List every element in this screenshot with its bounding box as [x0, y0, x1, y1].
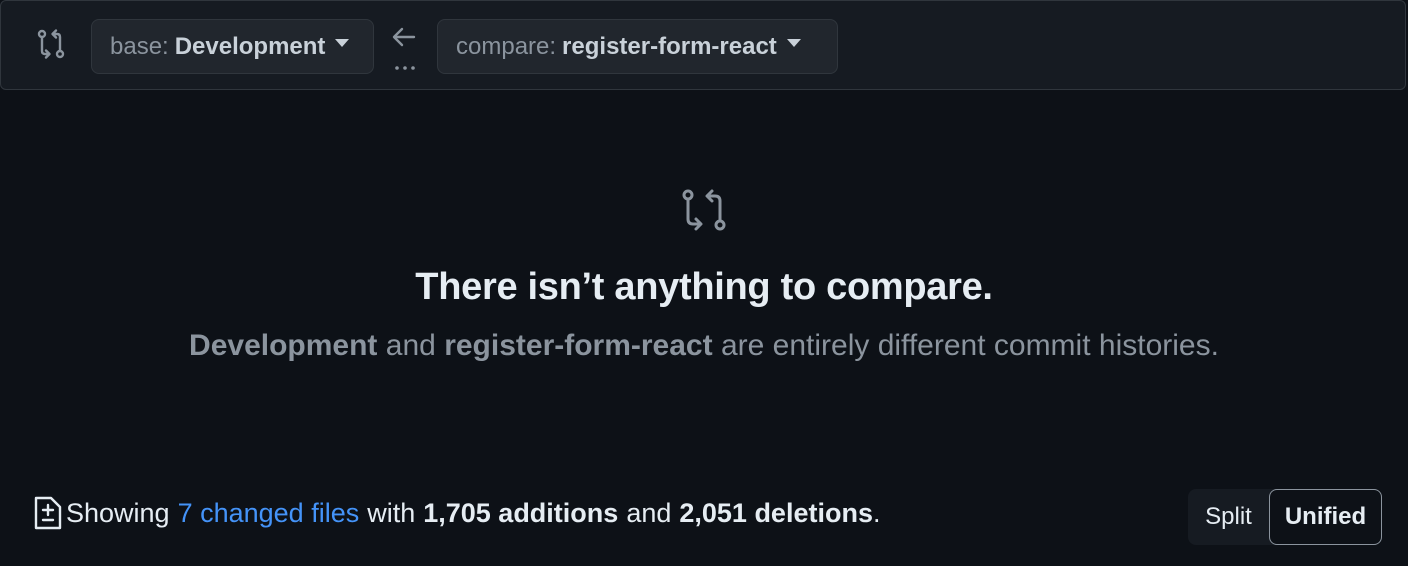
git-compare-icon [682, 189, 726, 231]
blank-state-description: Development and register-form-react are … [0, 329, 1408, 363]
blank-state: There isn’t anything to compare. Develop… [0, 186, 1408, 363]
ellipsis-icon [395, 66, 415, 70]
conjunction-text: and [385, 329, 436, 362]
git-compare-icon [37, 29, 65, 59]
diff-summary: Showing 7 changed files with 1,705 addit… [32, 495, 880, 531]
changed-files-link[interactable]: 7 changed files [178, 498, 360, 529]
range-editor: base: Development compare: register-form… [0, 0, 1406, 90]
unified-view-button[interactable]: Unified [1269, 489, 1382, 545]
compare-label: compare: [456, 32, 557, 60]
period-text: . [872, 497, 881, 528]
swap-direction [389, 25, 421, 73]
diff-view-toggle: Split Unified [1188, 489, 1382, 545]
split-view-button[interactable]: Split [1188, 489, 1269, 545]
blank-state-title: There isn’t anything to compare. [415, 266, 993, 308]
additions-count: 1,705 additions [423, 497, 619, 528]
arrow-left-icon [392, 27, 416, 47]
with-text: with [367, 497, 416, 528]
caret-down-icon [786, 38, 801, 47]
file-diff-icon [34, 496, 62, 530]
compare-branch-name: register-form-react [562, 32, 777, 60]
base-branch-select[interactable]: base: Development [91, 19, 374, 74]
compare-branch-ref: register-form-react [444, 329, 713, 362]
base-label: base: [110, 32, 169, 60]
description-suffix: are entirely different commit histories. [720, 329, 1219, 362]
base-branch-name: Development [174, 32, 326, 60]
and-text: and [626, 497, 672, 528]
caret-down-icon [335, 38, 350, 47]
showing-text: Showing [66, 497, 170, 528]
deletions-count: 2,051 deletions [679, 497, 873, 528]
base-branch-ref: Development [189, 329, 378, 362]
compare-branch-select[interactable]: compare: register-form-react [437, 19, 838, 74]
